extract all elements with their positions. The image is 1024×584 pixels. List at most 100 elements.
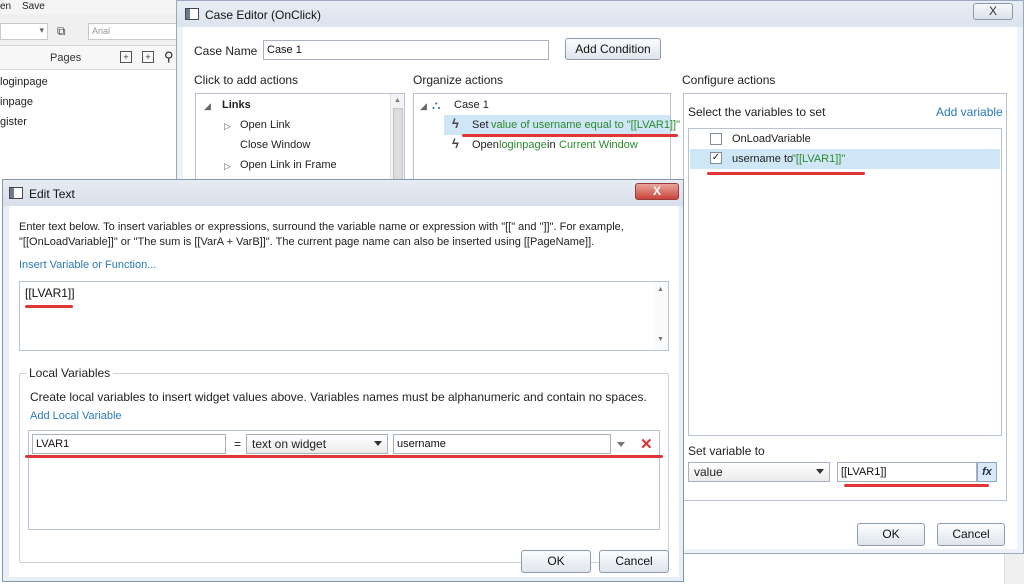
- search-icon[interactable]: ⚲: [164, 49, 174, 65]
- edit-ok-button[interactable]: OK: [521, 550, 591, 573]
- collapse-triangle-icon[interactable]: ◢: [204, 101, 211, 112]
- case-editor-title: Case Editor (OnClick): [205, 8, 322, 22]
- edit-cancel-button[interactable]: Cancel: [599, 550, 669, 573]
- pages-title: Pages: [50, 52, 82, 64]
- case-tree-icon: ⛬: [432, 98, 441, 112]
- delete-variable-icon[interactable]: ✕: [640, 435, 653, 453]
- organize-actions-heading: Organize actions: [413, 73, 504, 87]
- page-item[interactable]: gister: [0, 116, 27, 128]
- local-variables-description: Create local variables to insert widget …: [30, 390, 647, 404]
- action-bolt-icon: ϟ: [452, 116, 459, 131]
- annotation-underline: [25, 305, 73, 308]
- case-node[interactable]: Case 1: [454, 99, 489, 111]
- actions-tree: ◢ Links ▷ Open Link Close Window ▷ Open …: [195, 93, 405, 189]
- add-folder-icon[interactable]: +: [142, 51, 154, 63]
- instructions-text: Enter text below. To insert variables or…: [19, 220, 674, 250]
- expand-triangle-icon[interactable]: ▷: [224, 161, 231, 172]
- edit-text-title: Edit Text: [29, 187, 75, 201]
- menu-bar: en Save: [0, 0, 180, 14]
- instructions-line: Enter text below. To insert variables or…: [19, 221, 624, 233]
- tree-group-links[interactable]: Links: [222, 99, 251, 111]
- variable-value-input[interactable]: [[LVAR1]]: [837, 462, 977, 482]
- add-local-variable-link[interactable]: Add Local Variable: [30, 410, 122, 422]
- window-icon: [9, 187, 23, 199]
- variable-checkbox-checked[interactable]: ✓: [710, 152, 722, 164]
- actions-scrollbar[interactable]: ▲: [390, 94, 404, 188]
- close-button[interactable]: X: [973, 3, 1013, 20]
- case-ok-button[interactable]: OK: [857, 523, 925, 546]
- action-set-detail[interactable]: value of username equal to "[[LVAR1]]": [491, 119, 680, 131]
- add-page-icon[interactable]: +: [120, 51, 132, 63]
- local-var-type-select[interactable]: text on widget: [246, 434, 388, 454]
- chevron-down-icon: [816, 469, 824, 474]
- configure-actions-panel: Select the variables to set Add variable…: [683, 93, 1007, 501]
- annotation-underline: [25, 455, 663, 458]
- action-open-link[interactable]: Open Link: [240, 119, 290, 131]
- page-item[interactable]: inpage: [0, 96, 33, 108]
- close-button[interactable]: X: [635, 183, 679, 200]
- action-open-target[interactable]: loginpage: [499, 139, 547, 151]
- expand-triangle-icon[interactable]: ▷: [224, 121, 231, 132]
- scroll-up-icon[interactable]: ▲: [657, 286, 664, 293]
- font-combo[interactable]: Arial: [88, 23, 180, 40]
- add-variable-link[interactable]: Add variable: [936, 105, 1003, 119]
- scroll-up-icon[interactable]: ▲: [394, 97, 401, 104]
- chevron-down-icon: [374, 441, 382, 446]
- local-variables-title: Local Variables: [26, 366, 114, 380]
- action-set-verb[interactable]: Set: [472, 119, 489, 131]
- text-scrollbar[interactable]: ▲ ▼: [654, 282, 668, 350]
- local-variables-group: Local Variables Create local variables t…: [19, 366, 669, 563]
- page-item[interactable]: loginpage: [0, 76, 48, 88]
- case-cancel-button[interactable]: Cancel: [937, 523, 1005, 546]
- equals-sign: =: [234, 437, 242, 451]
- variable-username[interactable]: username to: [732, 153, 793, 165]
- action-open-where[interactable]: Current Window: [559, 139, 638, 151]
- variables-list: OnLoadVariable ✓ username to "[[LVAR1]]": [688, 128, 1002, 436]
- fx-button[interactable]: fx: [977, 462, 997, 482]
- edit-text-dialog: Edit Text X Enter text below. To insert …: [2, 179, 684, 582]
- variable-checkbox[interactable]: [710, 133, 722, 145]
- organize-actions-tree: ◢ ⛬ Case 1 ϟ Set value of username equal…: [413, 93, 680, 189]
- edit-text-body: Enter text below. To insert variables or…: [9, 206, 679, 577]
- local-variables-list: LVAR1 = text on widget username ✕: [25, 430, 663, 530]
- value-type-selected: value: [694, 465, 723, 479]
- widget-input[interactable]: username: [393, 434, 611, 454]
- pages-panel-header: Pages + + ⚲: [0, 46, 180, 70]
- format-painter-icon[interactable]: ⧉: [57, 24, 66, 39]
- annotation-underline: [462, 134, 678, 137]
- action-close-window[interactable]: Close Window: [240, 139, 310, 151]
- widget-dropdown-icon[interactable]: [617, 442, 625, 447]
- case-name-input[interactable]: Case 1: [263, 40, 549, 60]
- select-variables-label: Select the variables to set: [688, 105, 826, 119]
- toolbar: ▾ ⧉ Arial: [0, 14, 180, 46]
- add-condition-button[interactable]: Add Condition: [565, 38, 661, 60]
- local-var-type-selected: text on widget: [252, 437, 327, 451]
- case-editor-titlebar: Case Editor (OnClick) X: [177, 1, 1023, 27]
- insert-variable-link[interactable]: Insert Variable or Function...: [19, 259, 156, 271]
- case-name-label: Case Name: [194, 44, 258, 58]
- scroll-down-icon[interactable]: ▼: [657, 336, 664, 343]
- local-var-name-input[interactable]: LVAR1: [32, 434, 226, 454]
- collapse-triangle-icon[interactable]: ◢: [420, 101, 427, 112]
- action-bolt-icon: ϟ: [452, 136, 459, 151]
- annotation-underline: [844, 484, 989, 487]
- variable-onloadvariable[interactable]: OnLoadVariable: [732, 133, 811, 145]
- action-open-link-in-frame[interactable]: Open Link in Frame: [240, 159, 337, 171]
- configure-actions-heading: Configure actions: [682, 73, 776, 87]
- style-combo[interactable]: ▾: [0, 23, 48, 40]
- menu-item-open[interactable]: en: [0, 1, 11, 12]
- text-input-area[interactable]: [[LVAR1]] ▲ ▼: [19, 281, 669, 351]
- annotation-underline: [707, 172, 865, 175]
- text-value: [[LVAR1]]: [25, 286, 75, 300]
- action-open-verb[interactable]: Open: [472, 139, 499, 151]
- action-open-mid: in: [547, 139, 556, 151]
- scroll-thumb[interactable]: [393, 108, 403, 184]
- edit-text-titlebar: Edit Text X: [3, 180, 683, 206]
- instructions-line: "[[OnLoadVariable]]" or "The sum is [[Va…: [19, 236, 595, 248]
- value-type-select[interactable]: value: [688, 462, 830, 482]
- menu-item-save[interactable]: Save: [22, 1, 45, 12]
- add-actions-heading: Click to add actions: [194, 73, 299, 87]
- window-icon: [185, 8, 199, 20]
- variable-username-value: "[[LVAR1]]": [792, 153, 846, 165]
- set-variable-to-label: Set variable to: [688, 444, 765, 458]
